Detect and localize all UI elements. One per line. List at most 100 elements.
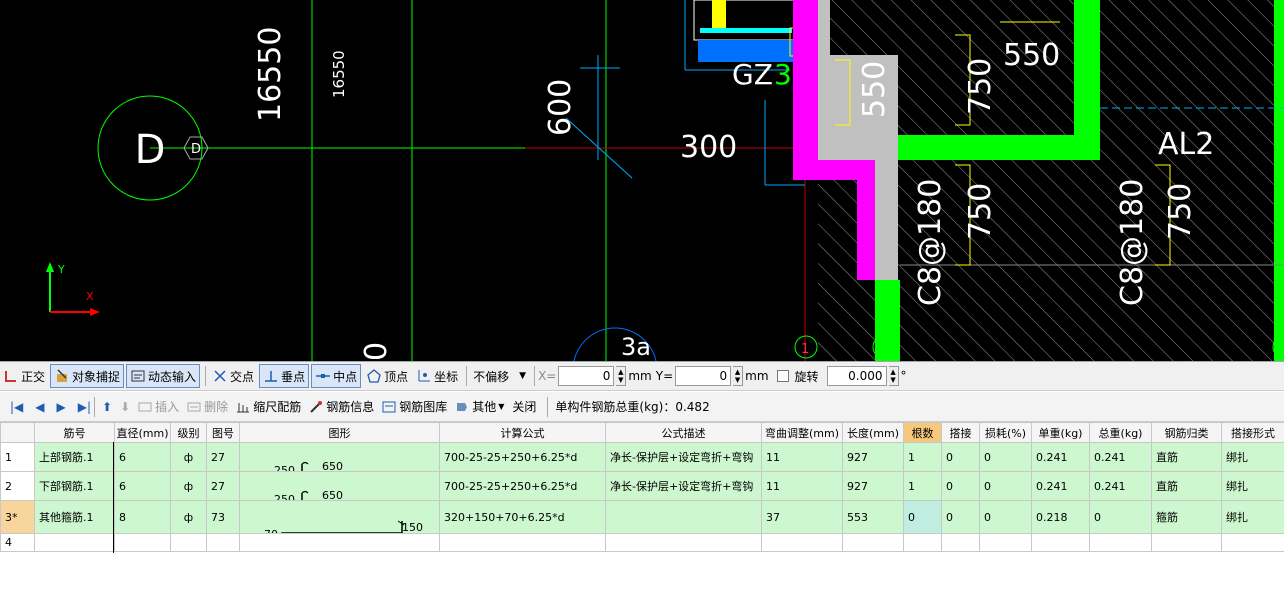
dynamic-input-button[interactable]: 动态输入 [126,364,201,388]
cell-diameter[interactable]: 6 [114,471,171,501]
cell-formula-desc[interactable] [605,500,762,534]
y-spinner[interactable]: ▲ ▼ [733,366,744,386]
cell-grade[interactable]: ф [170,500,207,534]
rotate-spinner[interactable]: ▲ ▼ [888,366,899,386]
cell-total-weight[interactable]: 0 [1089,500,1152,534]
scale-rebar-button[interactable]: 缩尺配筋 [236,398,301,415]
header-count[interactable]: 根数 [903,422,942,443]
cell-grade[interactable] [170,533,207,552]
cell-figure-number[interactable]: 27 [206,442,240,472]
cell-count[interactable] [903,533,942,552]
last-record-icon[interactable]: ▶| [78,400,91,414]
cell-length[interactable]: 553 [842,500,904,534]
cell-lap-type[interactable]: 绑扎 [1221,500,1284,534]
header-shape[interactable]: 图形 [239,422,440,443]
table-row[interactable]: 1 上部钢筋.1 6 ф 27 250 650 700-25-25+250+6.… [0,442,1284,472]
cell-formula[interactable]: 700-25-25+250+6.25*d [439,471,606,501]
cell-formula[interactable]: 320+150+70+6.25*d [439,500,606,534]
header-diameter[interactable]: 直径(mm) [114,422,171,443]
midpoint-snap-button[interactable]: 中点 [311,364,362,388]
cell-bar-number[interactable] [34,533,115,552]
cell-diameter[interactable]: 8 [114,500,171,534]
next-record-icon[interactable]: ▶ [57,400,66,414]
rotate-input[interactable]: 0.000 [826,366,887,386]
header-bar-number[interactable]: 筋号 [34,422,115,443]
insert-button[interactable]: 插入 [138,398,179,415]
cell-diameter[interactable]: 6 [114,442,171,472]
cell-bend-adjust[interactable]: 37 [761,500,843,534]
rebar-info-button[interactable]: 钢筋信息 [309,398,374,415]
header-bend-adjust[interactable]: 弯曲调整(mm) [761,422,843,443]
coordinate-snap-button[interactable]: 坐标 [413,364,461,388]
cell-shape[interactable]: 70 320 150 [239,500,440,534]
cell-bend-adjust[interactable]: 11 [761,471,843,501]
cell-shape[interactable] [239,533,440,552]
object-snap-button[interactable]: 对象捕捉 [50,364,125,388]
move-up-icon[interactable]: ⬆ [102,400,112,414]
cell-loss[interactable] [979,533,1032,552]
cell-formula-desc[interactable] [605,533,762,552]
close-button[interactable]: 关闭 [512,398,536,415]
cell-unit-weight[interactable]: 0.218 [1031,500,1090,534]
cell-diameter[interactable] [114,533,171,552]
cell-total-weight[interactable]: 0.241 [1089,442,1152,472]
cell-loss[interactable]: 0 [979,500,1032,534]
cell-grade[interactable]: ф [170,471,207,501]
cell-length[interactable]: 927 [842,471,904,501]
y-input[interactable]: 0 [675,366,732,386]
cell-bend-adjust[interactable]: 11 [761,442,843,472]
header-total-weight[interactable]: 总重(kg) [1089,422,1152,443]
cell-loss[interactable]: 0 [979,442,1032,472]
cell-bar-number[interactable]: 其他箍筋.1 [34,500,115,534]
cell-figure-number[interactable]: 73 [206,500,240,534]
cell-count-selected[interactable]: 0 [903,500,942,534]
header-unit-weight[interactable]: 单重(kg) [1031,422,1090,443]
cell-bar-number[interactable]: 下部钢筋.1 [34,471,115,501]
header-loss[interactable]: 损耗(%) [979,422,1032,443]
cell-category[interactable]: 直筋 [1151,442,1222,472]
cell-lap[interactable]: 0 [941,442,980,472]
x-input[interactable]: 0 [558,366,615,386]
cell-unit-weight[interactable]: 0.241 [1031,442,1090,472]
header-figure-number[interactable]: 图号 [206,422,240,443]
cell-bar-number[interactable]: 上部钢筋.1 [34,442,115,472]
cell-grade[interactable]: ф [170,442,207,472]
cell-formula[interactable] [439,533,606,552]
prev-record-icon[interactable]: ◀ [35,400,44,414]
header-length[interactable]: 长度(mm) [842,422,904,443]
vertex-snap-button[interactable]: 顶点 [363,364,411,388]
offset-mode-select[interactable]: 不偏移 ▼ [470,364,529,388]
cell-category[interactable]: 箍筋 [1151,500,1222,534]
cell-length[interactable] [842,533,904,552]
header-formula-desc[interactable]: 公式描述 [605,422,762,443]
cell-lap[interactable]: 0 [941,500,980,534]
header-lap-type[interactable]: 搭接形式 [1221,422,1284,443]
cell-formula[interactable]: 700-25-25+250+6.25*d [439,442,606,472]
rotate-checkbox[interactable] [776,370,789,382]
cell-bend-adjust[interactable] [761,533,843,552]
other-menu-button[interactable]: 其他 ▼ [455,398,504,415]
rebar-library-button[interactable]: 钢筋图库 [382,398,447,415]
cell-lap-type[interactable]: 绑扎 [1221,442,1284,472]
cell-lap-type[interactable]: 绑扎 [1221,471,1284,501]
intersection-snap-button[interactable]: 交点 [209,364,257,388]
cell-total-weight[interactable] [1089,533,1152,552]
cell-formula-desc[interactable]: 净长-保护层+设定弯折+弯钩 [605,471,762,501]
cell-lap[interactable] [941,533,980,552]
cell-lap-type[interactable] [1221,533,1284,552]
cell-loss[interactable]: 0 [979,471,1032,501]
cell-lap[interactable]: 0 [941,471,980,501]
delete-button[interactable]: 删除 [187,398,228,415]
header-grade[interactable]: 级别 [170,422,207,443]
cell-unit-weight[interactable]: 0.241 [1031,471,1090,501]
cell-shape[interactable]: 250 650 [239,442,440,472]
header-lap[interactable]: 搭接 [941,422,980,443]
cell-count[interactable]: 1 [903,471,942,501]
header-formula[interactable]: 计算公式 [439,422,606,443]
first-record-icon[interactable]: |◀ [10,400,23,414]
cell-shape[interactable]: 250 650 [239,471,440,501]
table-row-current[interactable]: 3* 其他箍筋.1 8 ф 73 70 320 150 320+150+70+6… [0,500,1284,534]
cell-unit-weight[interactable] [1031,533,1090,552]
cell-category[interactable] [1151,533,1222,552]
cell-count[interactable]: 1 [903,442,942,472]
